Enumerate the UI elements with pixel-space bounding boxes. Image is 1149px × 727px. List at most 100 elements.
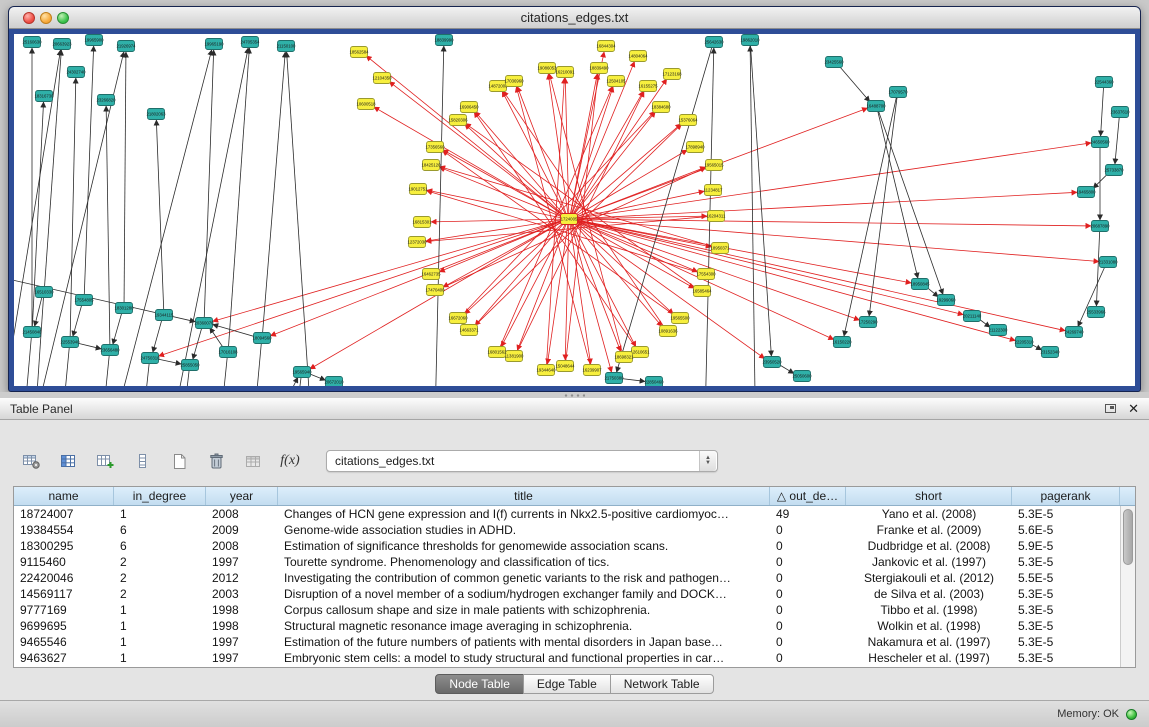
new-table-button[interactable] [164,448,194,474]
network-node[interactable]: 16672060 [448,313,468,324]
network-node[interactable]: 21122300 [989,325,1008,336]
network-node[interactable]: 19344115 [155,310,174,321]
network-node[interactable]: 12104350 [372,73,392,84]
network-node[interactable]: 16844304 [596,41,616,52]
network-node[interactable]: 16510330 [34,287,54,298]
network-node[interactable]: 20672010 [324,377,344,387]
network-node[interactable]: 24302740 [66,67,86,78]
network-node[interactable]: 21331080 [1098,257,1118,268]
table-row[interactable]: 946554611997Estimation of the future num… [14,634,1135,650]
network-node[interactable]: 21450840 [22,327,42,338]
network-node[interactable]: 23425560 [824,57,844,68]
network-node[interactable]: 24750310 [140,353,160,364]
network-node[interactable]: 18316730 [34,91,54,102]
close-panel-icon[interactable]: ✕ [1128,402,1139,415]
network-node[interactable]: 17554300 [696,269,716,280]
network-node[interactable]: 10891636 [658,326,678,337]
network-node[interactable]: 23950520 [762,357,782,368]
table-settings-button[interactable] [16,448,46,474]
network-node[interactable]: 15376064 [678,115,698,126]
network-node[interactable]: 17356560 [425,142,445,153]
network-node[interactable]: 25642630 [704,37,724,48]
network-node[interactable]: 21802063 [146,109,166,120]
network-node[interactable]: 24705354 [240,37,260,48]
network-node[interactable]: 22205310 [1014,337,1034,348]
scrollbar-thumb[interactable] [1123,509,1133,565]
network-node[interactable]: 19565940 [292,367,312,378]
table-row[interactable]: 1830029562008Estimation of significance … [14,538,1135,554]
network-node[interactable]: 16210091 [555,67,575,78]
network-node[interactable]: 16462735 [421,269,441,280]
window-close-button[interactable] [23,12,35,24]
network-node[interactable]: 14804064 [628,51,648,62]
column-header-0[interactable]: name [14,487,114,505]
network-node[interactable]: 23152340 [1040,347,1060,358]
tab-network-table[interactable]: Network Table [610,674,714,694]
delete-table-button[interactable] [201,448,231,474]
column-header-2[interactable]: year [206,487,278,505]
network-node[interactable]: 17898940 [685,142,705,153]
network-node[interactable]: 25160630 [22,37,42,48]
network-node[interactable]: 14663371 [459,325,479,336]
network-node[interactable]: 12372030 [407,237,427,248]
network-node[interactable]: 1724005 [561,214,578,225]
network-node[interactable]: 18301280 [114,303,134,314]
network-node[interactable]: 24650560 [1090,137,1110,148]
network-node[interactable]: 18839490 [589,63,609,74]
network-node[interactable]: 17079570 [888,87,908,98]
network-node[interactable]: 20687890 [1090,221,1110,232]
window-minimize-button[interactable] [40,12,52,24]
network-node[interactable]: 17036960 [504,76,524,87]
column-header-6[interactable]: pagerank [1012,487,1120,505]
network-node[interactable]: 19965190 [204,39,224,50]
column-header-1[interactable]: in_degree [114,487,206,505]
network-node[interactable]: 23266820 [96,95,116,106]
network-node[interactable]: 22553940 [60,337,80,348]
network-node[interactable]: 19565500 [670,313,690,324]
network-canvas[interactable]: 2516063020663923199659002192697424302740… [14,34,1135,386]
network-node[interactable]: 17016108 [218,347,238,358]
network-node[interactable]: 16801562 [487,347,507,358]
network-node[interactable]: 16150220 [832,337,852,348]
network-node[interactable]: 21926974 [116,41,136,52]
network-node[interactable]: 18950371 [710,243,730,254]
network-node[interactable]: 19299060 [936,295,956,306]
network-node[interactable]: 12504105 [606,76,626,87]
column-button[interactable] [127,448,157,474]
network-node[interactable]: 15048644 [555,361,575,372]
network-node[interactable]: 11381900 [505,351,524,362]
network-node[interactable]: 16488700 [866,101,886,112]
network-node[interactable]: 11234817 [704,185,723,196]
table-selector-dropdown[interactable]: citations_edges.txt ▲▼ [326,450,718,472]
table-row[interactable]: 1456911722003Disruption of a novel membe… [14,586,1135,602]
network-node[interactable]: 19565015 [704,160,724,171]
network-node[interactable]: 18698321 [614,352,634,363]
float-panel-icon[interactable] [1105,404,1116,413]
network-node[interactable]: 21150100 [277,41,296,52]
table-row[interactable]: 911546021997Tourette syndrome. Phenomeno… [14,554,1135,570]
network-node[interactable]: 17250290 [858,317,878,328]
network-node[interactable]: 21750380 [604,373,624,384]
network-node[interactable]: 25050600 [792,371,812,382]
column-header-5[interactable]: short [846,487,1012,505]
network-node[interactable]: 25855050 [180,360,200,371]
network-view-window[interactable]: citations_edges.txt 25160630206639231996… [8,6,1141,392]
table-row[interactable]: 2242004622012Investigating the contribut… [14,570,1135,586]
tab-edge-table[interactable]: Edge Table [523,674,611,694]
network-node[interactable]: 18094560 [252,333,272,344]
network-node[interactable]: 16155275 [638,81,658,92]
network-node[interactable]: 16585464 [692,286,712,297]
column-header-4[interactable]: △ out_de… [770,487,846,505]
column-header-3[interactable]: title [278,487,770,505]
network-node[interactable]: 18425120 [421,160,441,171]
network-node[interactable]: 20360070 [194,318,214,329]
network-node[interactable]: 17554805 [74,295,94,306]
network-node[interactable]: 20663923 [52,39,72,50]
network-node[interactable]: 17123168 [662,69,682,80]
table-row[interactable]: 946362711997Embryonic stem cells: a mode… [14,650,1135,666]
table-row[interactable]: 969969511998Structural magnetic resonanc… [14,618,1135,634]
network-node[interactable]: 15820306 [448,115,468,126]
network-node[interactable]: 16204311 [707,211,726,222]
network-node[interactable]: 19012751 [408,184,428,195]
import-table-button[interactable] [238,448,268,474]
